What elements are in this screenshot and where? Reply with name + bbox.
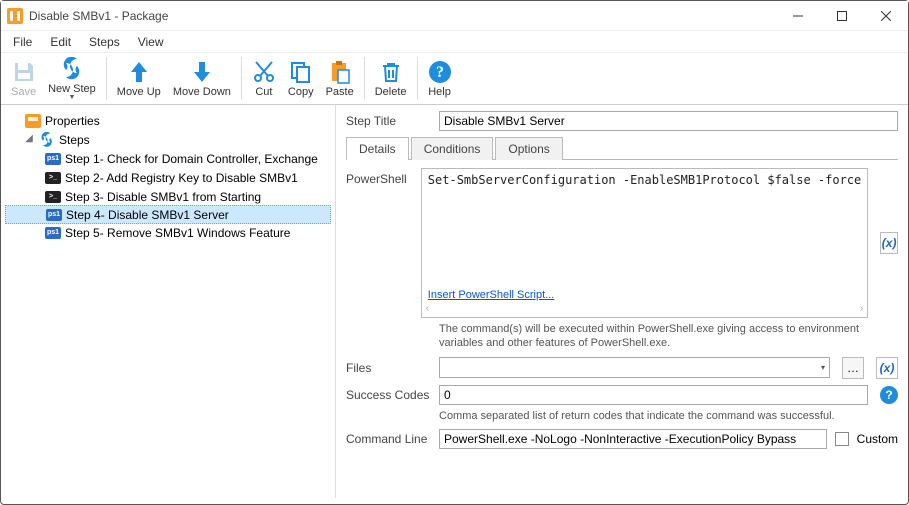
move-down-button[interactable]: Move Down [167,55,237,102]
tree-step-item[interactable]: ps1 Step 5- Remove SMBv1 Windows Feature [5,223,331,242]
files-combo[interactable]: ▾ [439,357,830,378]
move-down-label: Move Down [173,86,231,98]
details-panel: Step Title Details Conditions Options Po… [336,105,908,498]
chevron-down-icon: ▼ [68,94,75,101]
window-title: Disable SMBv1 - Package [29,9,168,23]
window-titlebar: Disable SMBv1 - Package [1,1,908,31]
tree-step-label: Step 4- Disable SMBv1 Server [66,208,229,222]
paste-button[interactable]: Paste [320,55,360,102]
close-button[interactable] [864,1,908,31]
delete-icon [379,59,403,85]
custom-label: Custom [857,432,898,446]
tree-step-item[interactable]: >_ Step 3- Disable SMBv1 from Starting [5,187,331,206]
new-step-icon [60,56,84,82]
tree-step-item[interactable]: ps1 Step 4- Disable SMBv1 Server [5,205,331,224]
tab-options[interactable]: Options [495,137,562,160]
powershell-code[interactable]: Set-SmbServerConfiguration -EnableSMB1Pr… [422,169,867,285]
files-label: Files [346,361,431,375]
powershell-editor[interactable]: Set-SmbServerConfiguration -EnableSMB1Pr… [421,168,868,318]
copy-button[interactable]: Copy [282,55,320,102]
menu-file[interactable]: File [5,33,40,51]
package-icon [25,113,41,129]
copy-label: Copy [288,86,314,98]
cut-label: Cut [255,86,272,98]
menu-steps[interactable]: Steps [81,33,128,51]
files-browse-button[interactable]: … [842,357,864,379]
tree-step-item[interactable]: >_ Step 2- Add Registry Key to Disable SM… [5,168,331,187]
help-label: Help [428,86,451,98]
tree-step-label: Step 5- Remove SMBv1 Windows Feature [65,226,290,240]
powershell-step-icon: ps1 [45,225,61,241]
app-icon [7,8,23,24]
move-up-label: Move Up [117,86,161,98]
success-codes-label: Success Codes [346,388,431,402]
tab-details[interactable]: Details [346,137,409,160]
arrow-up-icon [127,59,151,85]
delete-button[interactable]: Delete [369,55,413,102]
success-codes-input[interactable] [439,385,868,405]
move-up-button[interactable]: Move Up [111,55,167,102]
commandline-input[interactable] [439,429,827,449]
nav-tree[interactable]: Properties ◢ Steps ps1 Step 1- Check for … [1,105,336,498]
steps-icon [39,132,55,148]
menu-edit[interactable]: Edit [42,33,79,51]
tab-conditions[interactable]: Conditions [411,137,494,160]
toolbar: Save New Step ▼ Move Up Move Down [1,53,908,105]
help-button[interactable]: ? Help [422,55,458,102]
help-icon: ? [428,59,452,85]
paste-label: Paste [326,86,354,98]
expander-collapse-icon[interactable]: ◢ [23,133,35,144]
arrow-down-icon [190,59,214,85]
tree-step-label: Step 2- Add Registry Key to Disable SMBv… [65,171,298,185]
new-step-button[interactable]: New Step ▼ [42,55,102,102]
horizontal-scrollbar[interactable]: ‹› [422,303,867,317]
cut-icon [252,59,276,85]
success-codes-hint: Comma separated list of return codes tha… [346,409,898,423]
step-title-input[interactable] [439,111,898,131]
powershell-step-icon: ps1 [46,207,62,223]
command-step-icon: >_ [45,189,61,205]
variables-button[interactable]: (x) [880,232,898,254]
tree-label: Properties [45,114,100,128]
custom-checkbox[interactable] [835,432,849,446]
maximize-button[interactable] [820,1,864,31]
tree-step-label: Step 3- Disable SMBv1 from Starting [65,190,261,204]
command-step-icon: >_ [45,170,61,186]
chevron-down-icon: ▾ [821,363,825,372]
svg-text:?: ? [436,64,444,81]
commandline-label: Command Line [346,432,431,446]
insert-script-link[interactable]: Insert PowerShell Script... [428,289,555,301]
variables-button[interactable]: (x) [876,357,898,379]
save-label: Save [11,86,36,98]
tab-bar: Details Conditions Options [346,137,898,160]
delete-label: Delete [375,86,407,98]
copy-icon [289,59,313,85]
powershell-step-icon: ps1 [45,151,61,167]
tree-node-steps[interactable]: ◢ Steps [5,130,331,149]
tree-step-item[interactable]: ps1 Step 1- Check for Domain Controller, … [5,149,331,168]
powershell-hint: The command(s) will be executed within P… [346,322,898,351]
help-icon[interactable]: ? [880,386,898,404]
tree-node-properties[interactable]: Properties [5,111,331,130]
minimize-button[interactable] [776,1,820,31]
menu-view[interactable]: View [130,33,172,51]
menu-bar: File Edit Steps View [1,31,908,53]
save-icon [12,59,36,85]
save-button[interactable]: Save [5,55,42,102]
powershell-label: PowerShell [346,168,413,186]
cut-button[interactable]: Cut [246,55,282,102]
tree-step-label: Step 1- Check for Domain Controller, Exc… [65,152,318,166]
tree-label: Steps [59,133,90,147]
step-title-label: Step Title [346,114,431,128]
paste-icon [328,59,352,85]
